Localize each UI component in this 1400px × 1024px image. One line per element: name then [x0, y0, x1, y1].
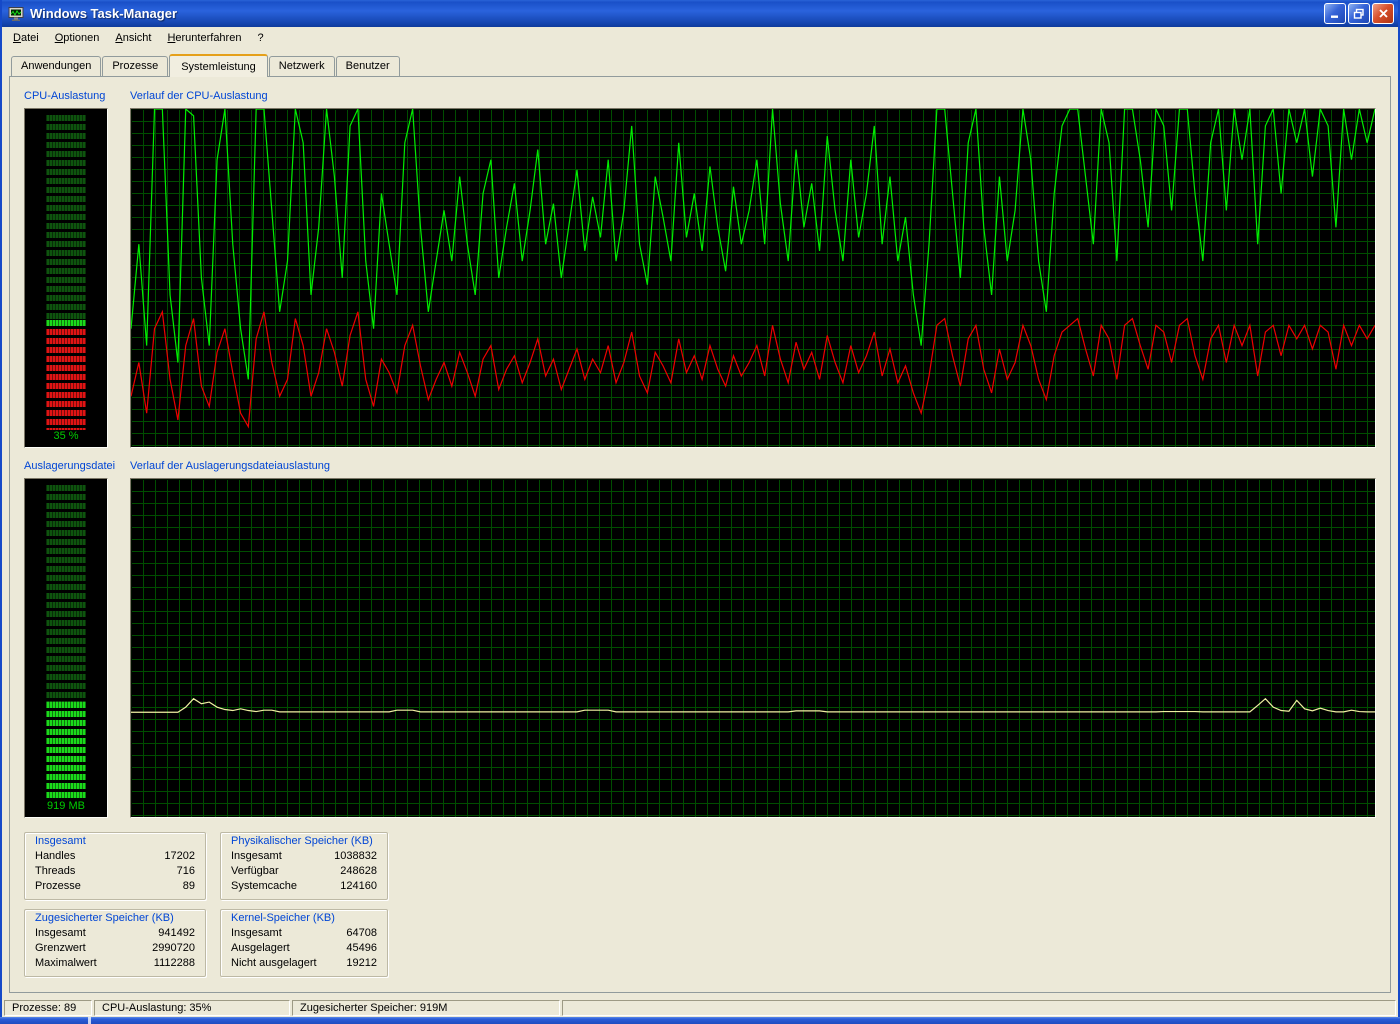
menu-optionen[interactable]: Optionen: [47, 29, 108, 47]
status-cpu-usage: CPU-Auslastung: 35%: [94, 1000, 290, 1016]
menu-datei[interactable]: Datei: [5, 29, 47, 47]
restore-icon: [1353, 8, 1365, 19]
pagefile-usage-gauge: 919 MB: [24, 478, 108, 818]
screen: Windows Task-Manager Datei Optionen: [0, 0, 1400, 1024]
stat-row: Verfügbar248628: [231, 864, 377, 879]
stat-row: Ausgelagert45496: [231, 941, 377, 956]
cpu-usage-gauge: 35 %: [24, 108, 108, 448]
window-controls: [1324, 3, 1394, 24]
stat-row: Insgesamt64708: [231, 926, 377, 941]
window-title: Windows Task-Manager: [30, 6, 1324, 21]
app-icon: [8, 6, 25, 22]
minimize-button[interactable]: [1324, 3, 1346, 24]
menu-hilfe[interactable]: ?: [249, 29, 271, 47]
cpu-section: CPU-Auslastung 35 % Verlauf der CPU-Ausl…: [24, 90, 1376, 448]
physical-memory-group: Physikalischer Speicher (KB) Insgesamt10…: [220, 832, 388, 900]
tab-systemleistung[interactable]: Systemleistung: [169, 54, 268, 77]
stat-row: Handles17202: [35, 849, 195, 864]
pagefile-gauge-caption: Auslagerungsdatei: [24, 460, 108, 474]
stat-row: Nicht ausgelagert19212: [231, 956, 377, 971]
tab-anwendungen[interactable]: Anwendungen: [11, 56, 101, 76]
performance-tab-page: CPU-Auslastung 35 % Verlauf der CPU-Ausl…: [9, 76, 1391, 993]
pagefile-usage-value: 919 MB: [25, 800, 107, 815]
kernel-memory-caption: Kernel-Speicher (KB): [231, 912, 377, 924]
titlebar[interactable]: Windows Task-Manager: [2, 0, 1398, 27]
pagefile-section: Auslagerungsdatei 919 MB Verlauf der Aus…: [24, 460, 1376, 818]
pagefile-history-graph: [130, 478, 1376, 818]
stat-row: Insgesamt1038832: [231, 849, 377, 864]
pagefile-history-caption: Verlauf der Auslagerungsdateiauslastung: [130, 460, 1376, 474]
tab-prozesse[interactable]: Prozesse: [102, 56, 168, 76]
stat-row: Maximalwert1112288: [35, 956, 195, 971]
kernel-memory-group: Kernel-Speicher (KB) Insgesamt64708 Ausg…: [220, 909, 388, 977]
menu-herunterfahren[interactable]: Herunterfahren: [159, 29, 249, 47]
stat-row: Threads716: [35, 864, 195, 879]
menu-ansicht[interactable]: Ansicht: [107, 29, 159, 47]
stat-row: Grenzwert2990720: [35, 941, 195, 956]
restore-button[interactable]: [1348, 3, 1370, 24]
cpu-history-graph: [130, 108, 1376, 448]
stats-grid: Insgesamt Handles17202 Threads716 Prozes…: [24, 832, 404, 977]
close-button[interactable]: [1372, 3, 1394, 24]
stat-row: Insgesamt941492: [35, 926, 195, 941]
status-filler: [562, 1000, 1396, 1016]
stat-row: Prozesse89: [35, 879, 195, 894]
pagefile-led-bar: [46, 485, 86, 800]
tab-netzwerk[interactable]: Netzwerk: [269, 56, 335, 76]
tab-benutzer[interactable]: Benutzer: [336, 56, 400, 76]
menubar: Datei Optionen Ansicht Herunterfahren ?: [2, 27, 1398, 48]
tab-strip: Anwendungen Prozesse Systemleistung Netz…: [9, 54, 1391, 76]
totals-group: Insgesamt Handles17202 Threads716 Prozes…: [24, 832, 206, 900]
commit-charge-group: Zugesicherter Speicher (KB) Insgesamt941…: [24, 909, 206, 977]
totals-caption: Insgesamt: [35, 835, 195, 847]
statusbar: Prozesse: 89 CPU-Auslastung: 35% Zugesic…: [2, 998, 1398, 1017]
physical-memory-caption: Physikalischer Speicher (KB): [231, 835, 377, 847]
stat-row: Systemcache124160: [231, 879, 377, 894]
tab-control: Anwendungen Prozesse Systemleistung Netz…: [2, 48, 1398, 998]
taskbar-edge[interactable]: [0, 1017, 1400, 1024]
cpu-gauge-caption: CPU-Auslastung: [24, 90, 108, 104]
cpu-usage-value: 35 %: [25, 430, 107, 445]
task-manager-window: Windows Task-Manager Datei Optionen: [0, 0, 1400, 1017]
cpu-history-caption: Verlauf der CPU-Auslastung: [130, 90, 1376, 104]
status-commit-charge: Zugesicherter Speicher: 919M: [292, 1000, 560, 1016]
commit-charge-caption: Zugesicherter Speicher (KB): [35, 912, 195, 924]
minimize-icon: [1329, 8, 1341, 19]
status-processes: Prozesse: 89: [4, 1000, 92, 1016]
close-icon: [1378, 8, 1389, 19]
cpu-led-bar: [46, 115, 86, 430]
